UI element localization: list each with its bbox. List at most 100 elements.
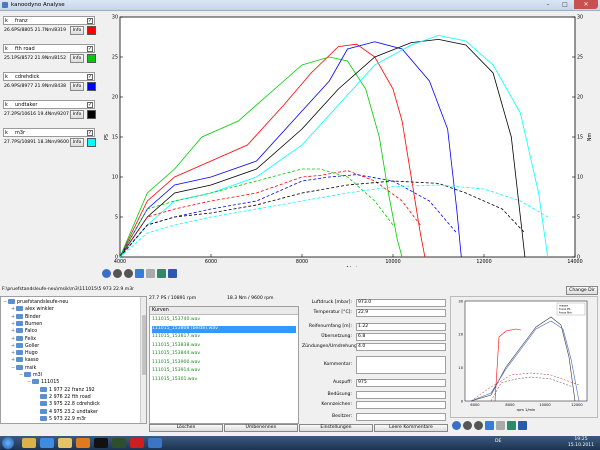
folder-icon	[32, 379, 39, 385]
besitzer-field[interactable]	[356, 413, 446, 421]
tree-item-label: kasso	[25, 358, 39, 364]
car-name-box[interactable]: k fth road ✓	[3, 44, 95, 53]
tree-scroll-thumb[interactable]	[142, 315, 146, 375]
curves-list: Kurven 111015_153740.wav 111015_153808 (b…	[149, 306, 299, 424]
maximize-button[interactable]: □	[557, 0, 573, 9]
configure-icon[interactable]	[507, 421, 516, 430]
tree-item[interactable]: 5 973 22.9 m3r	[35, 415, 87, 423]
ie-icon[interactable]	[40, 438, 54, 448]
car-color-swatch[interactable]	[87, 54, 96, 63]
car-color-swatch[interactable]	[87, 26, 96, 35]
car-color-swatch[interactable]	[87, 82, 96, 91]
tree-item-label: 5 973 22.9 m3r	[49, 416, 87, 422]
python-icon[interactable]	[148, 438, 162, 448]
car-visible-checkbox[interactable]: ✓	[87, 130, 93, 136]
folder-icon[interactable]	[58, 438, 72, 448]
reifenumfang-field[interactable]: 1.22	[356, 323, 446, 331]
opera-icon[interactable]	[130, 438, 144, 448]
x-tick-label: 14000	[567, 259, 582, 265]
path-bar: F:\pruefstandsleufe-neu\msik\m3\111015\5…	[0, 286, 600, 295]
folder-icon	[40, 415, 47, 421]
car-color-swatch[interactable]	[87, 138, 96, 147]
folder-icon	[40, 401, 47, 407]
car-stats: 25.1PS/8572 21.9Nm/8152	[4, 56, 66, 61]
start-button[interactable]	[2, 437, 14, 449]
car-name-box[interactable]: k cdrehdick ✓	[3, 72, 95, 81]
back-icon[interactable]	[113, 269, 122, 278]
save-icon[interactable]	[518, 421, 527, 430]
curves-panel: 27.7 PS / 10891 rpm 18.3 Nm / 9600 rpm K…	[149, 296, 299, 424]
x-tick-label: 10000	[385, 259, 400, 265]
curve-file-item[interactable]: 111015_153740.wav	[152, 317, 200, 324]
explorer-icon[interactable]	[22, 438, 36, 448]
folder-icon	[16, 357, 23, 363]
tree-scrollbar[interactable]	[140, 297, 146, 423]
auspuff-field[interactable]: 975	[356, 379, 446, 387]
zoom-icon[interactable]	[146, 269, 155, 278]
car-info-button[interactable]: Info	[70, 82, 84, 91]
leere-kommentare-button[interactable]: Leere Kommentare	[374, 424, 448, 432]
car-entry: k cdrehdick ✓ 26.9PS/8977 21.9Nm/8438 Info	[3, 72, 98, 98]
luftdruck-field[interactable]: 973.0	[356, 299, 446, 307]
pan-icon[interactable]	[135, 269, 144, 278]
clock[interactable]: 19:25 15.10.2011	[565, 437, 597, 449]
car-info-button[interactable]: Info	[70, 26, 84, 35]
kommentar-field[interactable]	[356, 356, 446, 374]
back-icon[interactable]	[463, 421, 472, 430]
car-toggle-k: k	[5, 46, 8, 52]
car-name-box[interactable]: k franz ✓	[3, 16, 95, 25]
minimize-button[interactable]: –	[540, 0, 556, 9]
pan-icon[interactable]	[485, 421, 494, 430]
language-indicator[interactable]: DE	[495, 439, 501, 444]
change-dir-button[interactable]: Change Dir	[566, 286, 598, 295]
car-toggle-k: k	[5, 18, 8, 24]
car-name: undtaker	[15, 102, 38, 108]
curve-file-item[interactable]: 111015_153808 (beste).wav	[152, 325, 296, 333]
zuendungen-field[interactable]: 4.0	[356, 343, 446, 351]
forward-icon[interactable]	[474, 421, 483, 430]
tree-item-label: alex winkler	[25, 307, 54, 313]
configure-icon[interactable]	[157, 269, 166, 278]
mini-y-tick-label: 0	[461, 399, 464, 403]
curve-file-item[interactable]: 111015_153900.wav	[152, 360, 200, 367]
terminal-icon[interactable]	[94, 438, 108, 448]
title-bar: kanoodyno Analyse – □ ✕	[0, 0, 600, 11]
y2-tick-label: 10	[577, 175, 583, 181]
temperatur-field[interactable]: 22.9	[356, 309, 446, 317]
home-icon[interactable]	[102, 269, 111, 278]
home-icon[interactable]	[452, 421, 461, 430]
tree-item-label: 3 975 22.8 cdrehdick	[49, 402, 100, 408]
umbenennen-button[interactable]: Umbenennen	[224, 424, 298, 432]
media-player-icon[interactable]	[76, 438, 90, 448]
clock-date: 15.10.2011	[567, 443, 595, 448]
uebersetzung-field[interactable]: 6.8	[356, 333, 446, 341]
einstellungen-button[interactable]: Einstellungen	[299, 424, 373, 432]
save-icon[interactable]	[168, 269, 177, 278]
bedusung-field[interactable]	[356, 391, 446, 399]
car-color-swatch[interactable]	[87, 110, 96, 119]
loeschen-button[interactable]: Löschen	[149, 424, 223, 432]
kennzeichen-field[interactable]	[356, 401, 446, 409]
curve-file-item[interactable]: 111015_15301.wav	[152, 377, 197, 384]
car-info-button[interactable]: Info	[70, 110, 84, 119]
y-tick-label: 0	[115, 255, 118, 261]
car-visible-checkbox[interactable]: ✓	[87, 74, 93, 80]
car-name-box[interactable]: k m3r ✓	[3, 128, 95, 137]
car-entry: k franz ✓ 26.6PS/8805 21.7Nm/8319 Info	[3, 16, 98, 42]
car-info-button[interactable]: Info	[70, 138, 84, 147]
curves-header: Kurven	[150, 307, 298, 315]
waveform-icon[interactable]	[112, 438, 126, 448]
car-info-button[interactable]: Info	[70, 54, 84, 63]
close-button[interactable]: ✕	[574, 0, 598, 9]
folder-icon	[16, 364, 23, 370]
car-visible-checkbox[interactable]: ✓	[87, 102, 93, 108]
car-visible-checkbox[interactable]: ✓	[87, 46, 93, 52]
curve-file-item[interactable]: 111015_153914.wav	[152, 368, 200, 375]
car-name-box[interactable]: k undtaker ✓	[3, 100, 95, 109]
zoom-icon[interactable]	[496, 421, 505, 430]
forward-icon[interactable]	[124, 269, 133, 278]
curve-file-item[interactable]: 111015_153844.wav	[152, 351, 200, 358]
car-visible-checkbox[interactable]: ✓	[87, 18, 93, 24]
curve-file-item[interactable]: 111015_153817.wav	[152, 334, 200, 341]
curve-file-item[interactable]: 111015_153838.wav	[152, 343, 200, 350]
